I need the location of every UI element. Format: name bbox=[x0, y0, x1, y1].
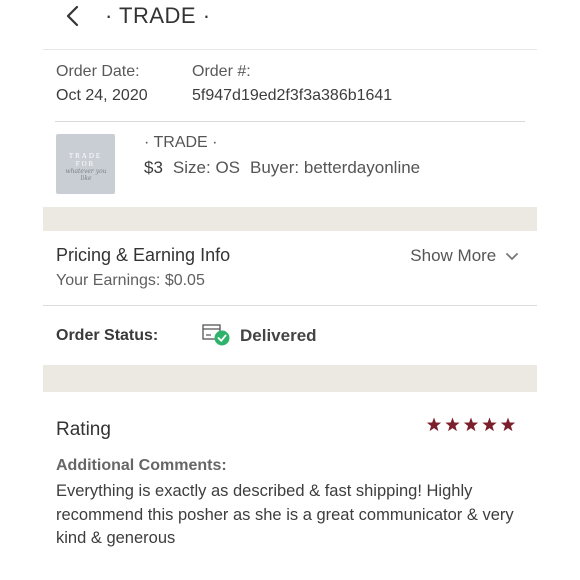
star-icon bbox=[463, 417, 479, 432]
thumbnail-text-line1: TRADE bbox=[68, 152, 103, 160]
star-icon bbox=[482, 417, 497, 432]
thumbnail-text-line2: FOR bbox=[75, 160, 96, 168]
show-more-button[interactable]: Show More bbox=[410, 246, 519, 266]
order-date-block: Order Date: Oct 24, 2020 bbox=[56, 63, 148, 105]
rating-comment: Everything is exactly as described & fas… bbox=[56, 482, 514, 547]
chevron-left-icon[interactable] bbox=[63, 4, 83, 28]
rating-section: Rating Additional Comments: Everything i… bbox=[43, 392, 537, 580]
order-status-label: Order Status: bbox=[56, 327, 159, 344]
item-buyer: Buyer: betterdayonline bbox=[250, 158, 421, 177]
item-thumbnail[interactable]: TRADE FOR whatever you like bbox=[56, 134, 115, 194]
page-title: · TRADE · bbox=[105, 3, 211, 28]
order-number-value: 5f947d19ed2f3f3a386b1641 bbox=[192, 87, 393, 104]
section-separator bbox=[43, 207, 537, 231]
star-icon bbox=[426, 417, 442, 432]
order-date-label: Order Date: bbox=[56, 63, 140, 80]
order-meta: Order Date: Oct 24, 2020 Order #: 5f947d… bbox=[43, 50, 537, 122]
your-earnings: Your Earnings: $0.05 bbox=[56, 272, 205, 289]
star-icon bbox=[500, 417, 516, 432]
order-number-block: Order #: 5f947d19ed2f3f3a386b1641 bbox=[192, 63, 392, 105]
divider bbox=[55, 121, 525, 122]
order-item[interactable]: TRADE FOR whatever you like · TRADE · $3… bbox=[43, 123, 537, 207]
top-bar: · TRADE · bbox=[43, 0, 537, 50]
additional-comments-label: Additional Comments: bbox=[56, 457, 227, 474]
item-size: Size: OS bbox=[172, 158, 241, 177]
pricing-section: Pricing & Earning Info Your Earnings: $0… bbox=[43, 231, 537, 306]
section-separator bbox=[43, 365, 537, 392]
item-details: $3 Size: OS Buyer: betterdayonline bbox=[144, 158, 420, 178]
star-rating bbox=[426, 417, 516, 432]
item-price: $3 bbox=[144, 158, 163, 177]
delivered-box-check-icon bbox=[202, 324, 230, 346]
order-status-value: Delivered bbox=[240, 326, 317, 345]
order-number-label: Order #: bbox=[192, 63, 251, 80]
order-date-value: Oct 24, 2020 bbox=[56, 87, 148, 104]
item-name: · TRADE · bbox=[144, 134, 218, 151]
rating-heading: Rating bbox=[56, 419, 111, 440]
thumbnail-script-text: whatever you like bbox=[65, 168, 107, 182]
chevron-down-icon bbox=[506, 252, 518, 260]
pricing-heading: Pricing & Earning Info bbox=[56, 245, 231, 265]
star-icon bbox=[445, 417, 460, 432]
show-more-label: Show More bbox=[410, 246, 497, 265]
order-status-section: Order Status: Delivered bbox=[43, 307, 537, 365]
order-details-page: · TRADE · Order Date: Oct 24, 2020 Order… bbox=[43, 0, 537, 580]
